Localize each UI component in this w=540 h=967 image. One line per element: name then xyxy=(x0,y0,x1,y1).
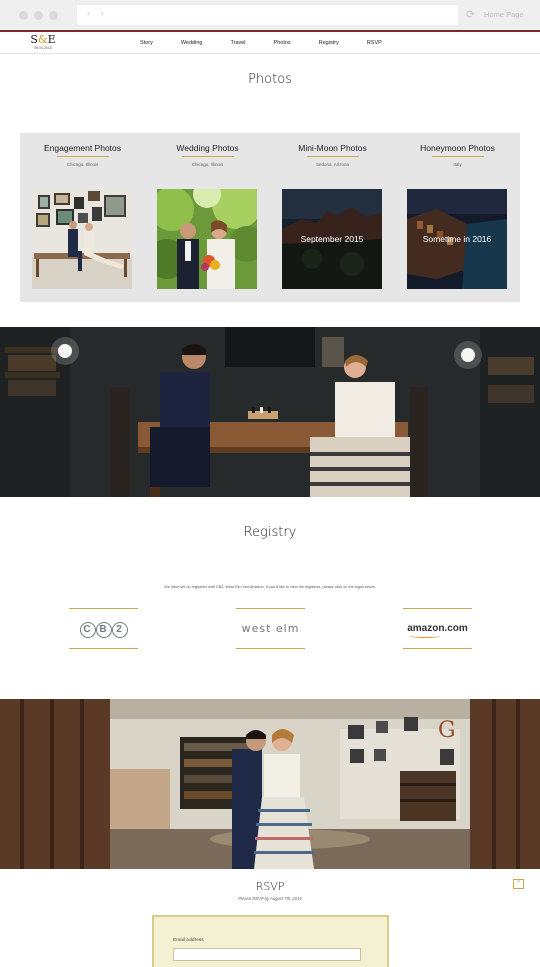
album-wedding: Wedding Photos Chicago, Illinois xyxy=(145,133,270,289)
photos-heading: Photos xyxy=(248,72,292,87)
photo-gallery: Engagement Photos Chicago, Illinois Wedd… xyxy=(20,133,520,302)
album-minimoon: Mini-Moon Photos Sedona, Arizona Septemb… xyxy=(270,133,395,289)
nav-wedding[interactable]: Wedding xyxy=(181,40,203,46)
engagement-photo-thumbnail[interactable] xyxy=(32,189,132,289)
window-controls xyxy=(19,11,58,20)
album-overlay-text: September 2015 xyxy=(300,234,364,244)
email-field[interactable] xyxy=(173,948,361,961)
svg-text:G: G xyxy=(438,718,456,743)
rsvp-heading: RSVP xyxy=(255,880,285,893)
cb2-registry-link[interactable]: CB2 xyxy=(69,608,138,649)
reload-icon[interactable]: ⟳ xyxy=(466,8,475,21)
maximize-window-button[interactable] xyxy=(49,11,58,20)
logo-date: 09.04.2015 xyxy=(34,46,52,50)
nav-photos[interactable]: Photos xyxy=(274,40,291,46)
album-engagement: Engagement Photos Chicago, Illinois xyxy=(20,133,145,289)
registry-description: We have set up registries with CB2, West… xyxy=(164,585,376,589)
rsvp-deadline: Please RSVP by August 7th, 2015 xyxy=(238,896,302,901)
cb2-logo: CB2 xyxy=(79,620,128,638)
address-bar[interactable]: ‹ › xyxy=(77,5,458,25)
back-to-top-button[interactable]: ^ xyxy=(513,879,524,889)
album-title: Wedding Photos xyxy=(176,143,239,153)
album-title: Honeymoon Photos xyxy=(420,143,495,153)
divider xyxy=(181,156,234,157)
album-title: Engagement Photos xyxy=(43,143,122,153)
album-title: Mini-Moon Photos xyxy=(298,143,367,153)
chess-photo-banner xyxy=(0,327,540,497)
nav-travel[interactable]: Travel xyxy=(230,40,245,46)
home-page-link[interactable]: Home Page xyxy=(484,10,524,19)
wedding-photo-thumbnail[interactable] xyxy=(157,189,257,289)
divider xyxy=(56,156,109,157)
nav-story[interactable]: Story xyxy=(140,40,153,46)
close-window-button[interactable] xyxy=(19,11,28,20)
minimize-window-button[interactable] xyxy=(34,11,43,20)
minimoon-photo-thumbnail[interactable]: September 2015 xyxy=(282,189,382,289)
amazon-registry-link[interactable]: amazon.com xyxy=(403,608,472,649)
registry-heading: Registry xyxy=(243,525,297,540)
nav-rsvp[interactable]: RSVP xyxy=(367,40,382,46)
store-photo-banner: G xyxy=(0,699,540,869)
logo-monogram: S&E xyxy=(30,33,56,46)
browser-chrome: ‹ › ⟳ Home Page xyxy=(0,0,540,30)
album-honeymoon: Honeymoon Photos Italy Sometime in 2016 xyxy=(395,133,520,289)
site-header: S&E 09.04.2015 Story Wedding Travel Phot… xyxy=(0,30,540,54)
back-forward-icon[interactable]: ‹ › xyxy=(87,8,108,18)
main-nav: Story Wedding Travel Photos Registry RSV… xyxy=(140,40,410,46)
album-location: Chicago, Illinois xyxy=(66,162,99,167)
album-location: Chicago, Illinois xyxy=(191,162,224,167)
west-elm-registry-link[interactable]: west elm xyxy=(236,608,305,649)
divider xyxy=(431,156,484,157)
honeymoon-photo-thumbnail[interactable]: Sometime in 2016 xyxy=(407,189,507,289)
west-elm-logo: west elm xyxy=(241,622,300,635)
amazon-smile-icon xyxy=(410,634,441,638)
site-logo[interactable]: S&E 09.04.2015 xyxy=(30,34,56,51)
album-location: Sedona, Arizona xyxy=(315,162,350,167)
amazon-logo: amazon.com xyxy=(407,623,468,638)
nav-registry[interactable]: Registry xyxy=(319,40,339,46)
rsvp-form: Email Address xyxy=(152,915,389,967)
album-location: Italy xyxy=(453,162,462,167)
email-field-label: Email Address xyxy=(173,938,204,943)
album-overlay-text: Sometime in 2016 xyxy=(422,234,492,244)
divider xyxy=(306,156,359,157)
